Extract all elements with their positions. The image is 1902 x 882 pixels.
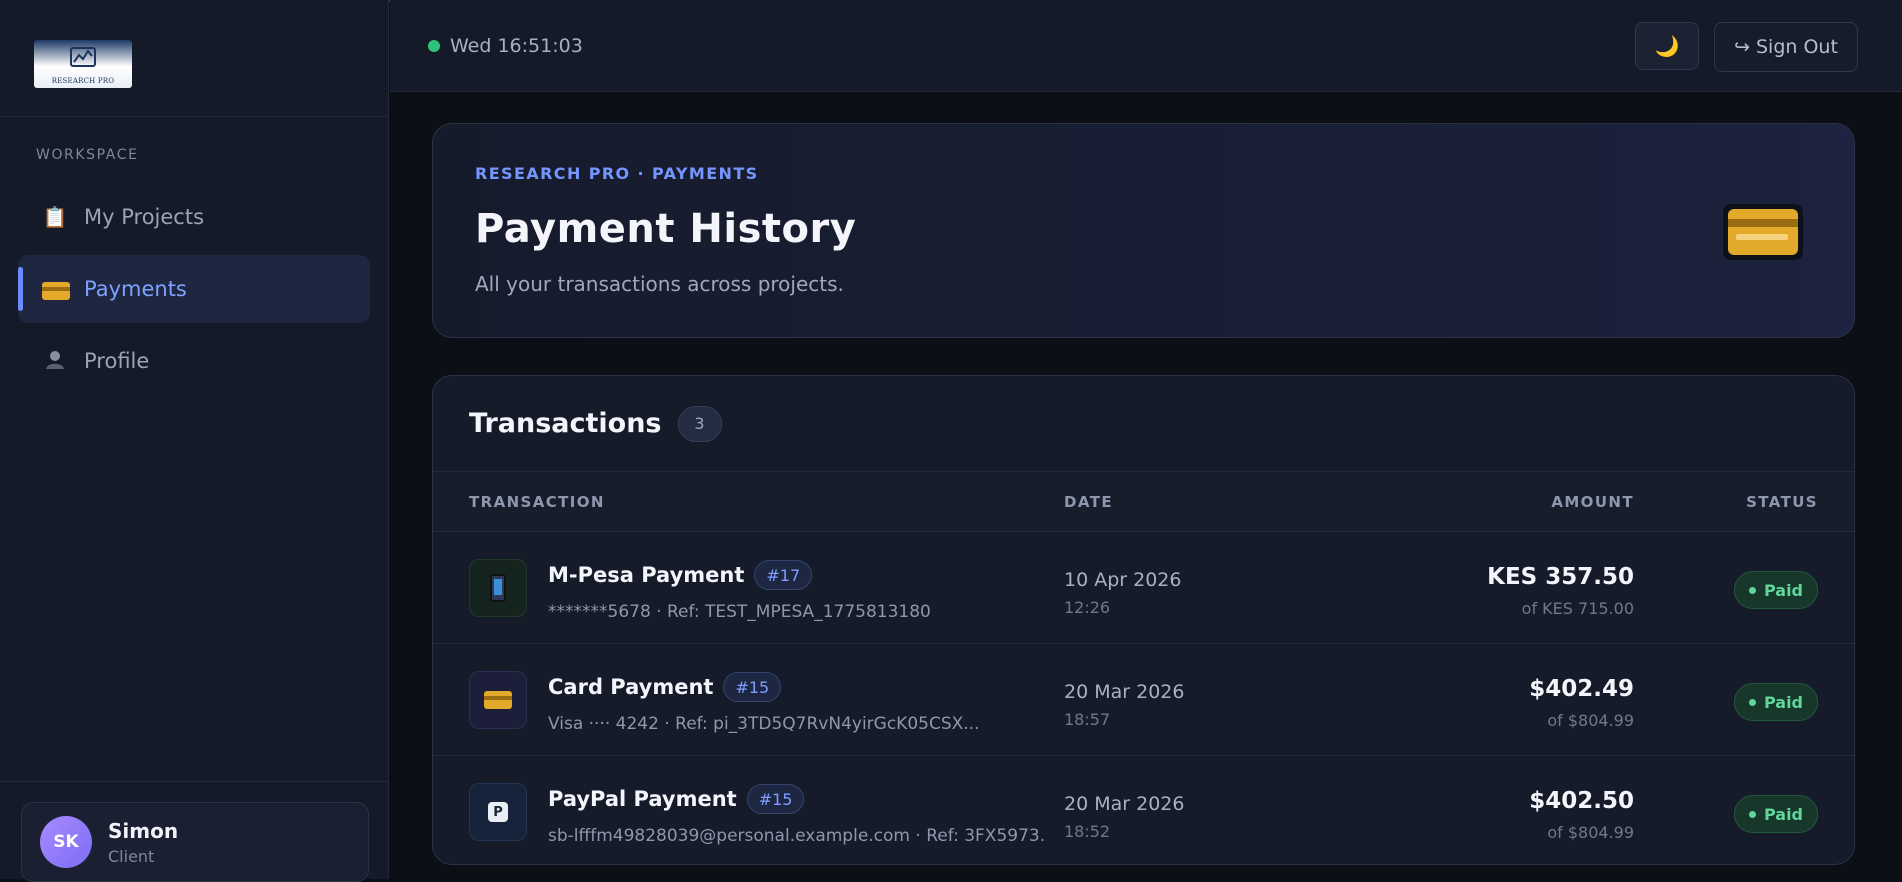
column-header-amount: AMOUNT <box>1551 493 1634 511</box>
sidebar-item-label: Profile <box>84 349 150 373</box>
transaction-name: Card Payment #15 <box>548 672 782 702</box>
page-subtitle: All your transactions across projects. <box>475 272 844 296</box>
person-icon <box>42 348 68 375</box>
sidebar: RESEARCH PRO WORKSPACE 📋 My Projects Pay… <box>0 0 389 882</box>
sign-out-label: Sign Out <box>1755 36 1838 58</box>
user-info: Simon Client <box>108 819 178 866</box>
transaction-name: M-Pesa Payment #17 <box>548 560 813 590</box>
moon-icon: 🌙 <box>1654 34 1680 58</box>
sidebar-item-my-projects[interactable]: 📋 My Projects <box>18 183 370 251</box>
top-header: Wed 16:51:03 🌙 ↪ Sign Out <box>390 0 1902 92</box>
transactions-title: Transactions <box>469 408 662 439</box>
transaction-meta: sb-lfffm49828039@personal.example.com · … <box>548 826 1044 846</box>
logo-area: RESEARCH PRO <box>0 0 388 117</box>
sidebar-item-profile[interactable]: Profile <box>18 327 370 395</box>
transaction-time: 12:26 <box>1064 598 1111 617</box>
status-dot <box>1748 698 1756 706</box>
workspace-section-label: WORKSPACE <box>36 147 139 163</box>
transaction-name-text: Card Payment <box>548 675 714 699</box>
logo-text: RESEARCH PRO <box>51 77 115 85</box>
parking-p-icon: P <box>469 783 527 841</box>
sidebar-item-label: My Projects <box>84 205 205 229</box>
transaction-date: 20 Mar 2026 <box>1064 681 1185 703</box>
sign-out-icon: ↪ <box>1734 36 1750 58</box>
mobile-phone-icon <box>469 559 527 617</box>
sidebar-item-payments[interactable]: Payments <box>18 255 370 323</box>
credit-card-icon <box>469 671 527 729</box>
sign-out-button[interactable]: ↪ Sign Out <box>1714 22 1858 72</box>
user-card[interactable]: SK Simon Client <box>21 802 369 882</box>
transaction-name-text: PayPal Payment <box>548 787 737 811</box>
table-row[interactable]: Card Payment #15 Visa ···· 4242 · Ref: p… <box>433 644 1854 756</box>
status-badge: Paid <box>1733 571 1818 609</box>
user-role: Client <box>108 846 155 866</box>
clock: Wed 16:51:03 <box>428 35 583 57</box>
status-text: Paid <box>1763 580 1803 600</box>
project-tag[interactable]: #17 <box>754 560 813 590</box>
clipboard-icon: 📋 <box>42 205 68 229</box>
transaction-amount: KES 357.50 <box>1487 564 1634 590</box>
column-header-transaction: TRANSACTION <box>469 493 605 511</box>
transaction-amount: $402.49 <box>1529 676 1634 702</box>
transactions-header: Transactions 3 <box>433 376 1854 472</box>
credit-card-icon <box>1723 204 1803 260</box>
status-dot <box>1748 586 1756 594</box>
sidebar-footer: SK Simon Client <box>0 781 389 882</box>
page-hero: RESEARCH PRO · PAYMENTS Payment History … <box>432 123 1855 338</box>
status-badge: Paid <box>1733 795 1818 833</box>
transaction-date: 20 Mar 2026 <box>1064 793 1185 815</box>
column-header-date: DATE <box>1064 493 1113 511</box>
theme-toggle-button[interactable]: 🌙 <box>1635 22 1699 70</box>
transaction-amount: $402.50 <box>1529 788 1634 814</box>
column-header-status: STATUS <box>1746 493 1818 511</box>
research-pro-logo[interactable]: RESEARCH PRO <box>34 40 132 88</box>
transaction-name: PayPal Payment #15 <box>548 784 805 814</box>
transaction-total: of $804.99 <box>1547 711 1634 730</box>
logo-emblem-icon <box>70 47 96 67</box>
sidebar-item-label: Payments <box>84 277 187 301</box>
project-tag[interactable]: #15 <box>746 784 805 814</box>
transaction-time: 18:57 <box>1064 710 1111 729</box>
transaction-total: of KES 715.00 <box>1521 599 1634 618</box>
status-dot <box>1748 810 1756 818</box>
credit-card-icon <box>42 277 70 301</box>
transaction-meta: Visa ···· 4242 · Ref: pi_3TD5Q7RvN4yirGc… <box>548 714 980 734</box>
transaction-date: 10 Apr 2026 <box>1064 569 1182 591</box>
transactions-count-badge: 3 <box>677 405 722 442</box>
transaction-total: of $804.99 <box>1547 823 1634 842</box>
page-title: Payment History <box>475 206 857 252</box>
clock-text: Wed 16:51:03 <box>450 35 583 57</box>
status-text: Paid <box>1763 692 1803 712</box>
user-name: Simon <box>108 818 179 843</box>
transaction-time: 18:52 <box>1064 822 1111 841</box>
transactions-card: Transactions 3 TRANSACTION DATE AMOUNT S… <box>432 375 1855 865</box>
sidebar-nav: 📋 My Projects Payments Profile <box>0 183 388 395</box>
online-status-dot <box>428 40 440 52</box>
transaction-meta: *******5678 · Ref: TEST_MPESA_1775813180 <box>548 602 931 622</box>
breadcrumb: RESEARCH PRO · PAYMENTS <box>475 164 759 183</box>
transaction-name-text: M-Pesa Payment <box>548 563 745 587</box>
avatar: SK <box>40 816 92 868</box>
status-badge: Paid <box>1733 683 1818 721</box>
table-row[interactable]: M-Pesa Payment #17 *******5678 · Ref: TE… <box>433 532 1854 644</box>
project-tag[interactable]: #15 <box>723 672 782 702</box>
table-header-row: TRANSACTION DATE AMOUNT STATUS <box>433 472 1854 532</box>
status-text: Paid <box>1763 804 1803 824</box>
table-row[interactable]: P PayPal Payment #15 sb-lfffm49828039@pe… <box>433 756 1854 864</box>
